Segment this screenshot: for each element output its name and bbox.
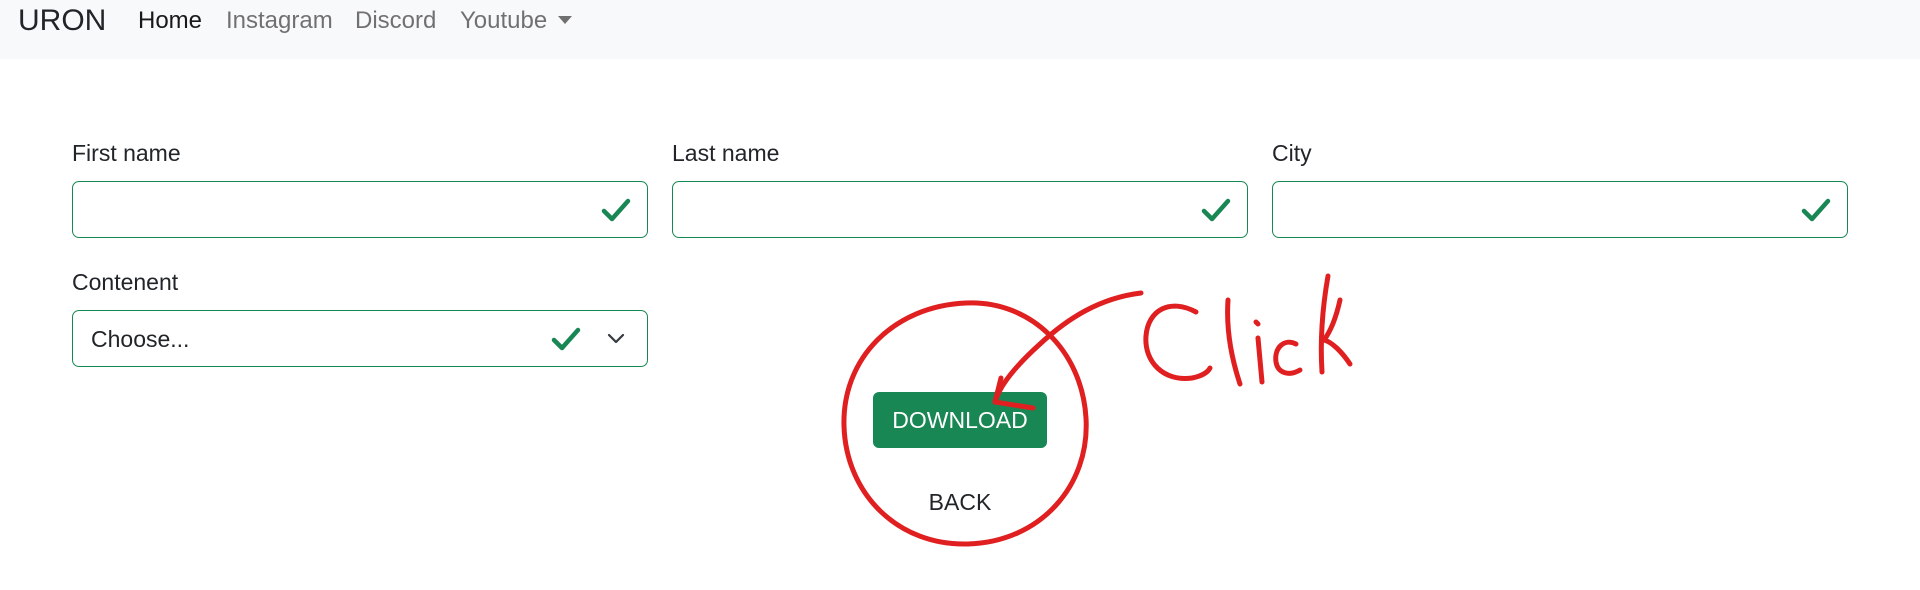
check-icon (551, 327, 581, 351)
last-name-input[interactable] (672, 181, 1248, 238)
last-name-label: Last name (672, 140, 780, 166)
content-select[interactable]: Choose... (72, 310, 648, 367)
nav-link-home[interactable]: Home (138, 5, 202, 37)
city-label: City (1272, 140, 1312, 166)
navbar: URON Home Instagram Discord Youtube (0, 0, 1920, 59)
annotation-letter-c2 (1273, 339, 1303, 376)
caret-down-icon[interactable] (558, 16, 572, 24)
annotation-arrow (992, 290, 1144, 405)
check-icon (1801, 198, 1831, 222)
city-input[interactable] (1272, 181, 1848, 238)
annotation-letter-c (1143, 303, 1213, 381)
annotation-letter-i-dot (1253, 319, 1261, 327)
annotation-letter-l (1225, 297, 1243, 387)
nav-link-instagram[interactable]: Instagram (226, 5, 333, 37)
nav-link-discord[interactable]: Discord (355, 5, 436, 37)
content-select-value: Choose... (91, 326, 190, 352)
navbar-brand[interactable]: URON (18, 2, 106, 40)
first-name-input[interactable] (72, 181, 648, 238)
download-button[interactable]: DOWNLOAD (873, 392, 1047, 448)
first-name-label: First name (72, 140, 181, 166)
check-icon (1201, 198, 1231, 222)
content-label: Contenent (72, 269, 179, 295)
annotation-letter-k (1318, 273, 1331, 375)
check-icon (601, 198, 631, 222)
chevron-down-icon (607, 333, 625, 344)
annotation-letter-k-arm (1321, 297, 1353, 367)
annotation-letter-i (1255, 335, 1265, 385)
nav-link-youtube-dropdown[interactable]: Youtube (460, 5, 547, 37)
back-link[interactable]: BACK (900, 487, 1020, 517)
